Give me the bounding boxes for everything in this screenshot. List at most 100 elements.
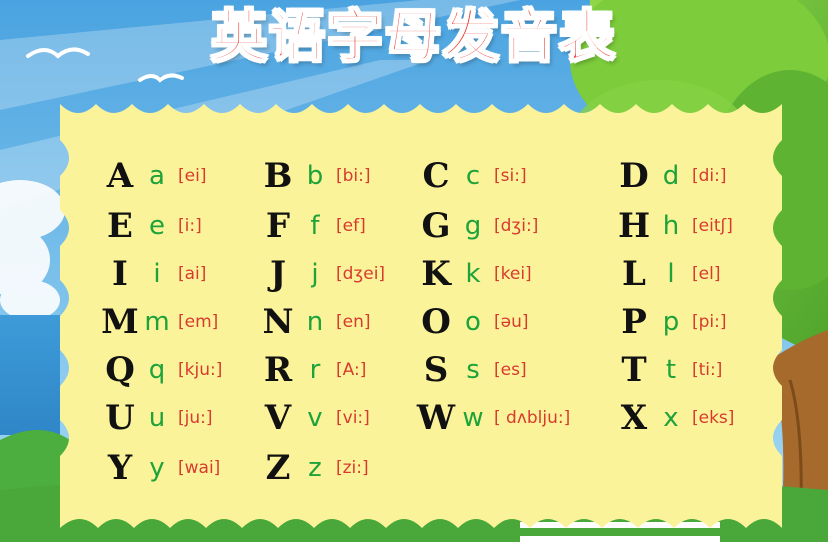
lowercase-letter: s <box>466 355 480 385</box>
uppercase-letter: I <box>112 254 128 294</box>
phonetic-transcription: [pi:] <box>692 312 727 332</box>
letter-entry-t: Tt [ti:] <box>614 350 722 390</box>
lowercase-letter: v <box>307 403 323 433</box>
phonetic-transcription: [si:] <box>494 166 527 186</box>
phonetic-transcription: [kju:] <box>178 360 223 380</box>
letter-entry-z: Zz [zi:] <box>258 448 369 488</box>
uppercase-letter: U <box>105 398 135 438</box>
alphabet-grid: Aa [ei] Ee [i:] Ii [ai] Mm [em] Qq [kju:] Uu [ju:] Y… <box>0 0 828 542</box>
letter-entry-b: Bb [bi:] <box>258 156 371 196</box>
lowercase-letter: g <box>464 211 482 241</box>
uppercase-letter: G <box>421 206 451 246</box>
phonetic-transcription: [ei] <box>178 166 207 186</box>
letter-entry-w: Ww [ dʌblju:] <box>416 398 570 438</box>
letter-entry-s: Ss [es] <box>416 350 527 390</box>
uppercase-letter: Z <box>265 448 291 488</box>
uppercase-letter: R <box>263 350 293 390</box>
letter-entry-y: Yy [wai] <box>100 448 220 488</box>
letter-entry-q: Qq [kju:] <box>100 350 222 390</box>
phonetic-transcription: [ju:] <box>178 408 213 428</box>
lowercase-letter: p <box>662 307 680 337</box>
phonetic-transcription: [i:] <box>178 216 202 236</box>
letter-entry-m: Mm [em] <box>100 302 218 342</box>
letter-entry-o: Oo [əu] <box>416 302 529 342</box>
phonetic-transcription: [el] <box>692 264 721 284</box>
phonetic-transcription: [ai] <box>178 264 207 284</box>
uppercase-letter: J <box>269 254 287 294</box>
uppercase-letter: D <box>619 156 649 196</box>
phonetic-transcription: [ti:] <box>692 360 723 380</box>
uppercase-letter: A <box>106 156 134 196</box>
lowercase-letter: a <box>149 161 165 191</box>
letter-entry-l: Ll [el] <box>614 254 720 294</box>
phonetic-transcription: [dʒei] <box>336 264 386 284</box>
letter-entry-p: Pp [pi:] <box>614 302 727 342</box>
letter-entry-k: Kk [kei] <box>416 254 532 294</box>
phonetic-transcription: [es] <box>494 360 527 380</box>
lowercase-letter: d <box>662 161 680 191</box>
phonetic-transcription: [em] <box>178 312 219 332</box>
phonetic-transcription: [əu] <box>494 312 529 332</box>
phonetic-transcription: [wai] <box>178 458 221 478</box>
lowercase-letter: k <box>465 259 481 289</box>
phonetic-transcription: [bi:] <box>336 166 371 186</box>
letter-entry-j: Jj [dʒei] <box>258 254 385 294</box>
phonetic-transcription: [kei] <box>494 264 532 284</box>
letter-entry-u: Uu [ju:] <box>100 398 213 438</box>
uppercase-letter: B <box>263 156 293 196</box>
letter-entry-d: Dd [di:] <box>614 156 727 196</box>
letter-entry-h: Hh [eitʃ] <box>614 206 733 246</box>
uppercase-letter: H <box>617 206 651 246</box>
phonetic-transcription: [di:] <box>692 166 727 186</box>
uppercase-letter: V <box>264 398 292 438</box>
uppercase-letter: Y <box>107 448 133 488</box>
lowercase-letter: e <box>149 211 165 241</box>
letter-entry-x: Xx [eks] <box>614 398 735 438</box>
phonetic-transcription: [dʒi:] <box>494 216 539 236</box>
lowercase-letter: w <box>462 403 484 433</box>
uppercase-letter: F <box>265 206 291 246</box>
uppercase-letter: X <box>620 398 648 438</box>
letter-entry-a: Aa [ei] <box>100 156 207 196</box>
uppercase-letter: T <box>621 350 647 390</box>
phonetic-transcription: [ dʌblju:] <box>494 408 571 428</box>
letter-entry-v: Vv [vi:] <box>258 398 370 438</box>
lowercase-letter: z <box>308 453 322 483</box>
uppercase-letter: S <box>423 350 449 390</box>
lowercase-letter: y <box>149 453 165 483</box>
lowercase-letter: c <box>465 161 481 191</box>
phonetic-transcription: [ef] <box>336 216 366 236</box>
lowercase-letter: n <box>306 307 324 337</box>
phonetic-transcription: [eks] <box>692 408 735 428</box>
uppercase-letter: M <box>101 302 139 342</box>
letter-entry-c: Cc [si:] <box>416 156 527 196</box>
uppercase-letter: P <box>621 302 647 342</box>
lowercase-letter: j <box>311 259 319 289</box>
phonetic-transcription: [en] <box>336 312 371 332</box>
uppercase-letter: C <box>422 156 450 196</box>
phonetic-transcription: [A:] <box>336 360 367 380</box>
letter-entry-g: Gg [dʒi:] <box>416 206 538 246</box>
lowercase-letter: u <box>148 403 166 433</box>
letter-entry-e: Ee [i:] <box>100 206 202 246</box>
uppercase-letter: Q <box>105 350 135 390</box>
lowercase-letter: o <box>465 307 481 337</box>
uppercase-letter: E <box>107 206 133 246</box>
uppercase-letter: N <box>262 302 294 342</box>
uppercase-letter: L <box>622 254 646 294</box>
letter-entry-r: Rr [A:] <box>258 350 366 390</box>
lowercase-letter: l <box>667 259 675 289</box>
phonetic-transcription: [zi:] <box>336 458 369 478</box>
letter-entry-f: Ff [ef] <box>258 206 366 246</box>
lowercase-letter: r <box>309 355 321 385</box>
uppercase-letter: O <box>421 302 451 342</box>
lowercase-letter: x <box>663 403 679 433</box>
uppercase-letter: K <box>421 254 451 294</box>
lowercase-letter: q <box>148 355 166 385</box>
uppercase-letter: W <box>416 398 456 438</box>
phonetic-transcription: [vi:] <box>336 408 370 428</box>
lowercase-letter: f <box>310 211 320 241</box>
lowercase-letter: b <box>306 161 324 191</box>
letter-entry-n: Nn [en] <box>258 302 371 342</box>
lowercase-letter: t <box>665 355 677 385</box>
